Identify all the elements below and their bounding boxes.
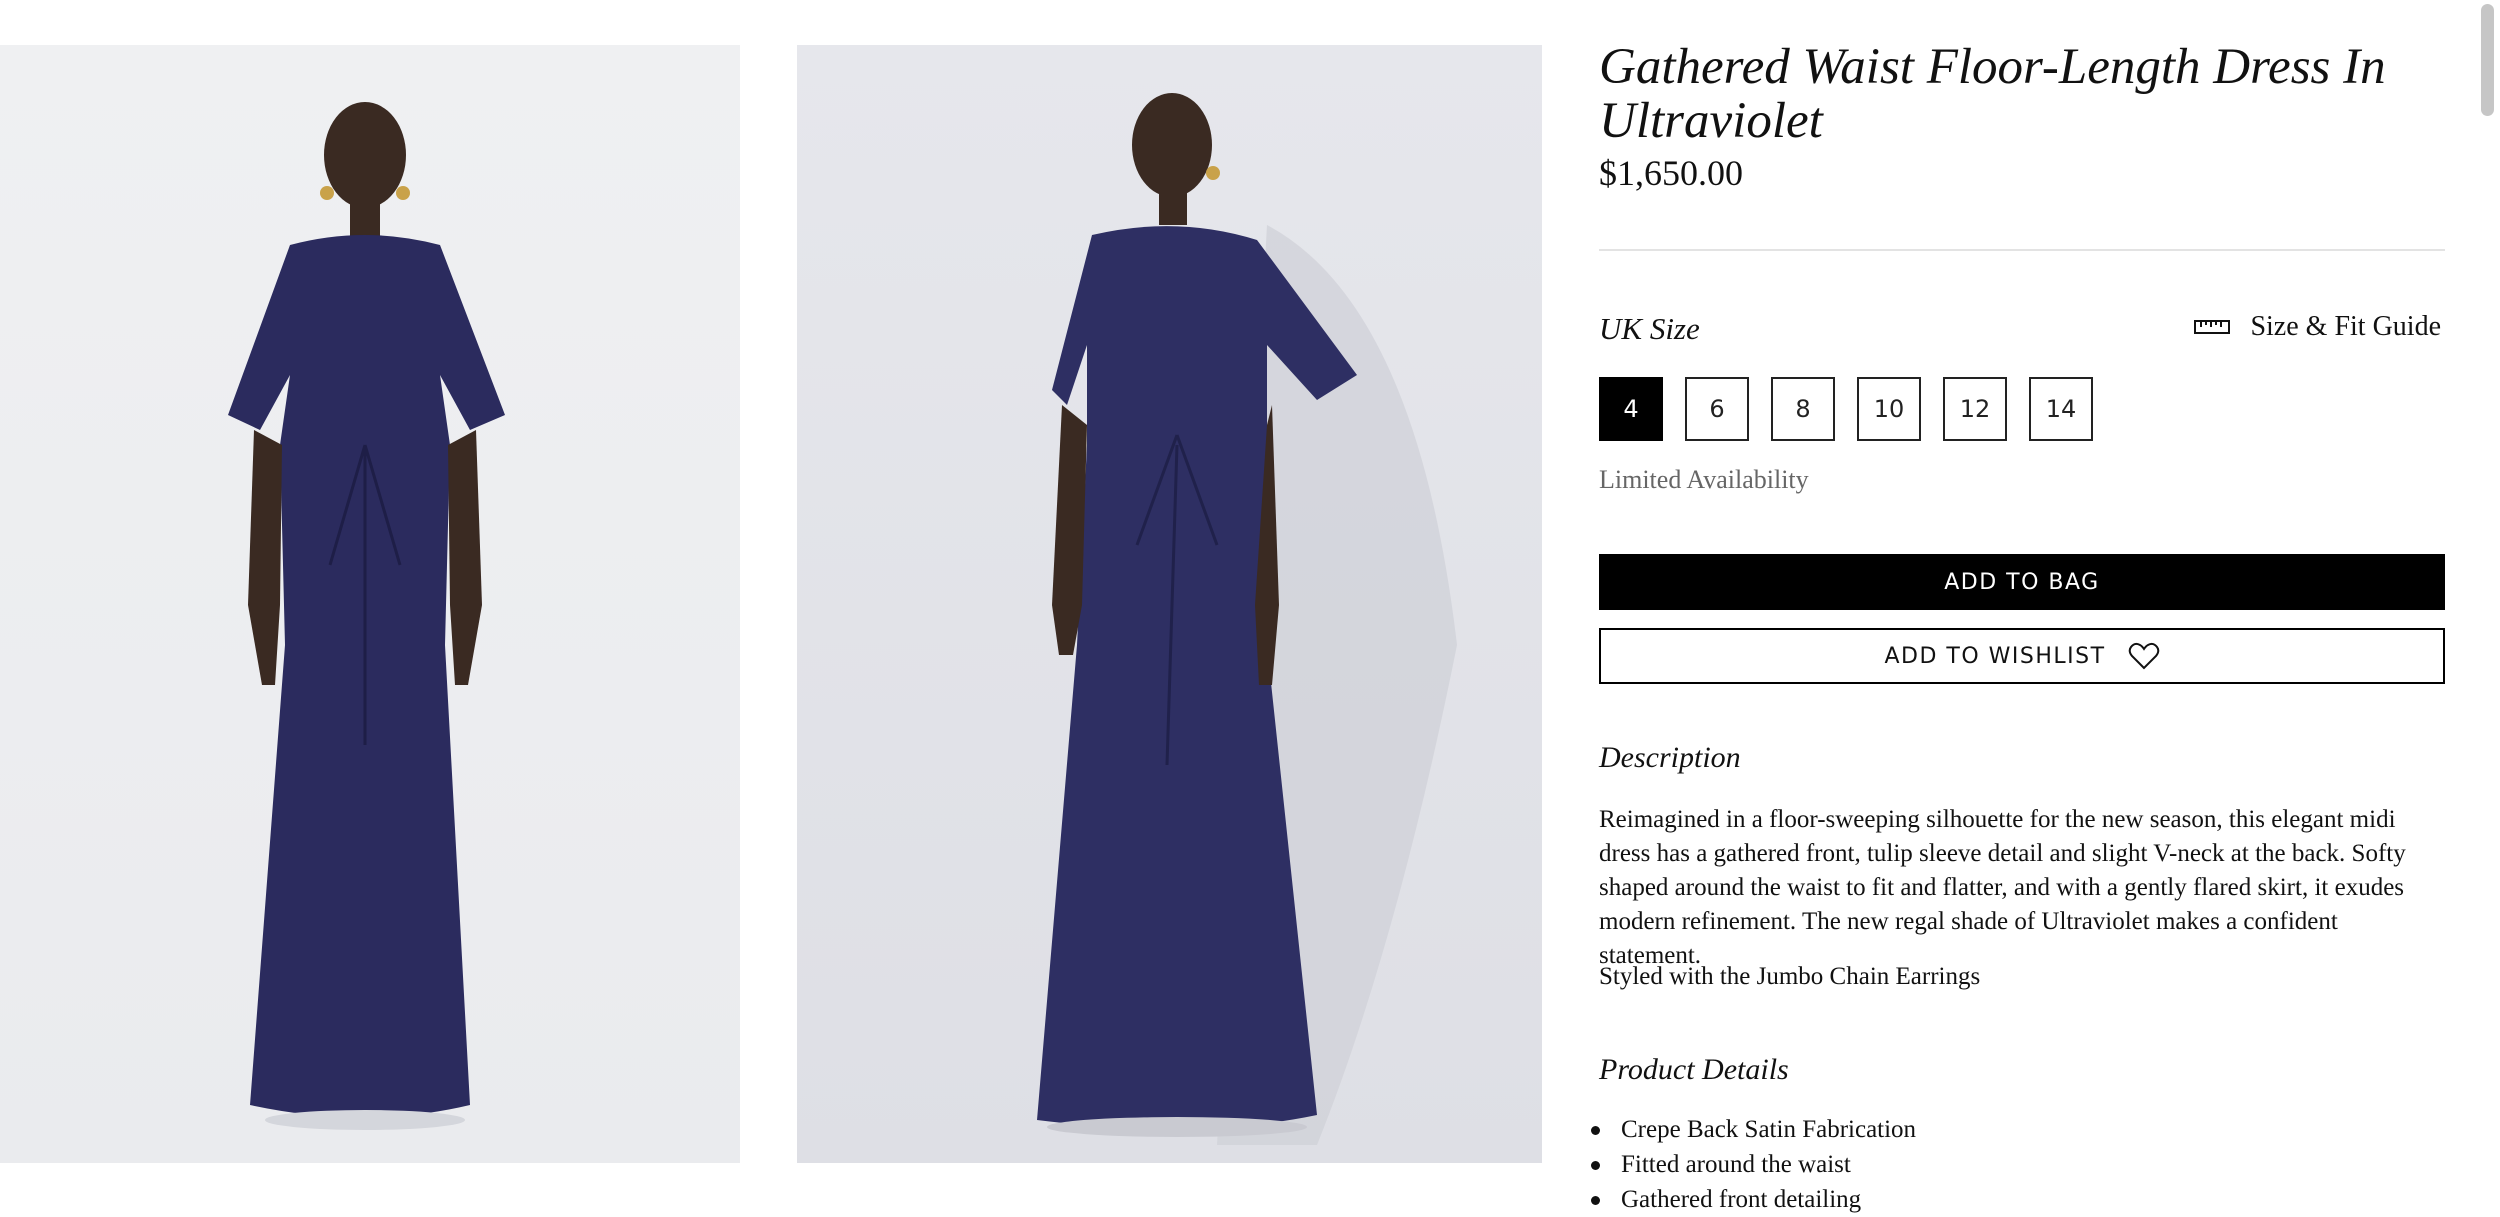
model-front-illustration xyxy=(228,102,505,1130)
add-to-bag-label: ADD TO BAG xyxy=(1944,569,2100,595)
product-title: Gathered Waist Floor-Length Dress In Ult… xyxy=(1599,39,2386,149)
add-to-bag-button[interactable]: ADD TO BAG xyxy=(1599,554,2445,610)
size-option-8[interactable]: 8 xyxy=(1771,377,1835,441)
size-option-12[interactable]: 12 xyxy=(1943,377,2007,441)
size-option-14[interactable]: 14 xyxy=(2029,377,2093,441)
product-details-list: Crepe Back Satin Fabrication Fitted arou… xyxy=(1590,1112,1916,1217)
add-to-wishlist-label: ADD TO WISHLIST xyxy=(1884,643,2106,669)
size-fit-guide-link[interactable]: Size & Fit Guide xyxy=(2194,311,2441,343)
size-option-10[interactable]: 10 xyxy=(1857,377,1921,441)
product-image-angled[interactable] xyxy=(797,45,1542,1163)
description-heading: Description xyxy=(1599,741,1741,774)
size-options: 4 6 8 10 12 14 xyxy=(1599,377,2115,441)
model-angled-illustration xyxy=(1037,93,1457,1145)
list-item: Gathered front detailing xyxy=(1590,1182,1916,1217)
product-info-panel: Gathered Waist Floor-Length Dress In Ult… xyxy=(1590,0,2445,1213)
product-image-front[interactable] xyxy=(0,45,740,1163)
description-text: Reimagined in a floor-sweeping silhouett… xyxy=(1599,806,2406,969)
list-item: Crepe Back Satin Fabrication xyxy=(1590,1112,1916,1147)
scrollbar-thumb[interactable] xyxy=(2481,4,2494,116)
styled-with-text: Styled with the Jumbo Chain Earrings xyxy=(1599,963,1981,990)
size-label: UK Size xyxy=(1599,311,1700,346)
page-scrollbar[interactable] xyxy=(2475,0,2500,1201)
list-item: Fitted around the waist xyxy=(1590,1147,1916,1182)
product-price: $1,650.00 xyxy=(1599,153,1743,193)
size-option-4[interactable]: 4 xyxy=(1599,377,1663,441)
add-to-wishlist-button[interactable]: ADD TO WISHLIST xyxy=(1599,628,2445,684)
size-fit-guide-label: Size & Fit Guide xyxy=(2250,311,2441,342)
product-details-heading: Product Details xyxy=(1599,1053,1789,1086)
ruler-icon xyxy=(2194,320,2231,334)
availability-status: Limited Availability xyxy=(1599,465,1809,494)
size-option-6[interactable]: 6 xyxy=(1685,377,1749,441)
divider xyxy=(1599,249,2445,251)
heart-icon xyxy=(2128,642,2159,670)
